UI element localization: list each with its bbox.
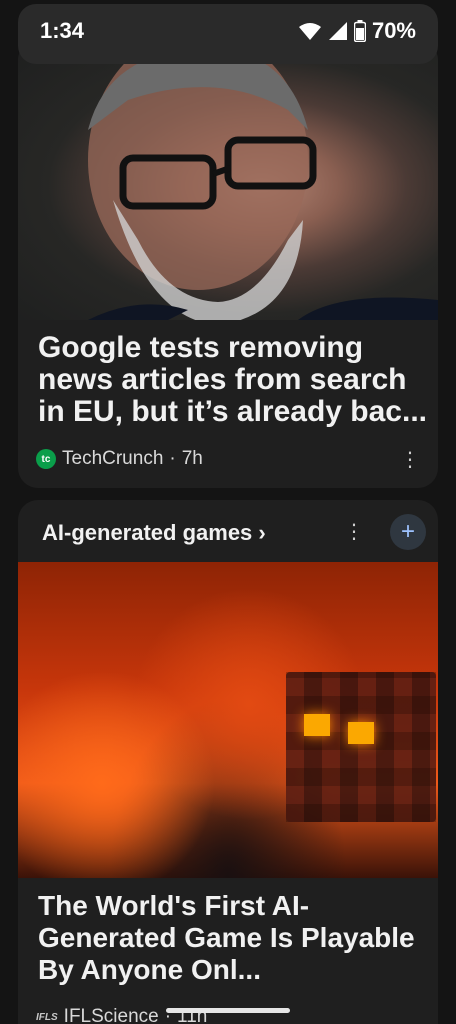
topic-more-icon[interactable]: ⋮ xyxy=(344,522,364,542)
news-card[interactable]: Google tests removing news articles from… xyxy=(18,40,438,488)
cube-eye-left xyxy=(304,714,330,736)
article-title[interactable]: Google tests removing news articles from… xyxy=(38,332,428,428)
iflscience-logo-icon: IFLS xyxy=(36,1011,58,1023)
techcrunch-logo-icon: tc xyxy=(36,449,56,469)
topic-card[interactable]: AI-generated games › ⋮ + The World's Fir… xyxy=(18,500,438,1024)
article-age: 7h xyxy=(181,448,203,469)
status-bar: 1:34 70% xyxy=(0,0,456,64)
portrait-illustration xyxy=(88,40,438,325)
wifi-icon xyxy=(298,23,321,40)
article-source-row: tc TechCrunch · 7h xyxy=(36,448,203,470)
source-name: IFLScience xyxy=(63,1006,159,1024)
article-title[interactable]: The World's First AI-Generated Game Is P… xyxy=(38,890,438,986)
lava-cube-illustration xyxy=(286,672,436,822)
more-options-icon[interactable]: ⋮ xyxy=(400,450,420,470)
battery-percentage: 70% xyxy=(371,18,416,43)
cube-eye-right xyxy=(348,722,374,744)
source-separator: · xyxy=(169,448,176,469)
status-icons: 70% xyxy=(298,18,416,44)
home-gesture-bar[interactable] xyxy=(166,1008,290,1013)
status-time: 1:34 xyxy=(40,18,85,43)
source-name: TechCrunch xyxy=(62,448,164,469)
signal-icon xyxy=(328,22,347,40)
article-image[interactable] xyxy=(18,562,438,878)
add-topic-button[interactable]: + xyxy=(390,514,426,550)
topic-label[interactable]: AI-generated games › xyxy=(42,520,266,546)
battery-icon xyxy=(353,20,366,42)
article-image[interactable] xyxy=(18,40,438,325)
